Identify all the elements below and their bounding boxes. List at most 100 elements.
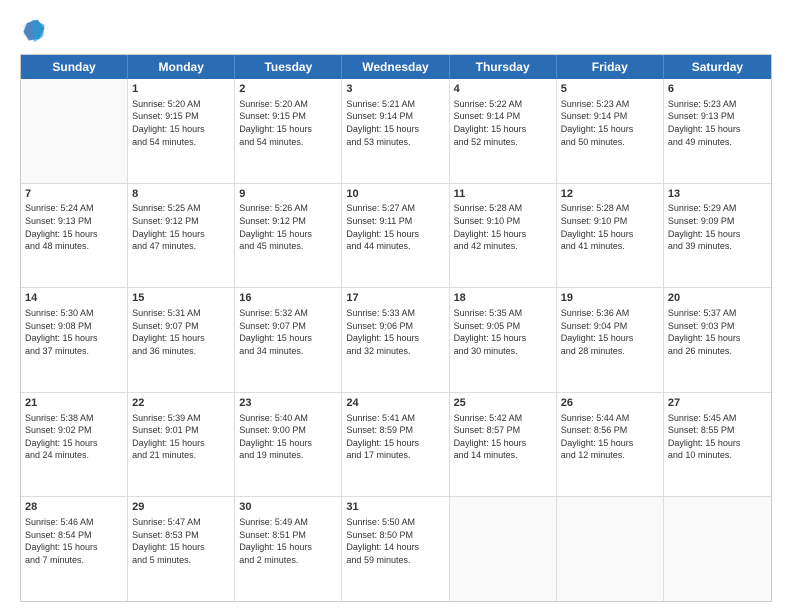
- cell-line: Sunrise: 5:39 AM: [132, 412, 230, 425]
- cell-line: Daylight: 15 hours: [668, 437, 767, 450]
- day-number: 31: [346, 500, 444, 515]
- cell-line: Sunset: 9:12 PM: [132, 215, 230, 228]
- calendar-cell-2-3: 17Sunrise: 5:33 AMSunset: 9:06 PMDayligh…: [342, 288, 449, 392]
- day-number: 28: [25, 500, 123, 515]
- calendar-cell-2-4: 18Sunrise: 5:35 AMSunset: 9:05 PMDayligh…: [450, 288, 557, 392]
- cell-line: Sunset: 9:01 PM: [132, 424, 230, 437]
- calendar-cell-3-0: 21Sunrise: 5:38 AMSunset: 9:02 PMDayligh…: [21, 393, 128, 497]
- calendar-row-3: 21Sunrise: 5:38 AMSunset: 9:02 PMDayligh…: [21, 393, 771, 498]
- calendar-row-0: 1Sunrise: 5:20 AMSunset: 9:15 PMDaylight…: [21, 79, 771, 184]
- cell-line: Daylight: 15 hours: [132, 437, 230, 450]
- cell-line: and 49 minutes.: [668, 136, 767, 149]
- calendar-cell-3-1: 22Sunrise: 5:39 AMSunset: 9:01 PMDayligh…: [128, 393, 235, 497]
- cell-line: Daylight: 15 hours: [668, 228, 767, 241]
- cell-line: Sunset: 9:11 PM: [346, 215, 444, 228]
- cell-line: and 10 minutes.: [668, 449, 767, 462]
- calendar-cell-1-4: 11Sunrise: 5:28 AMSunset: 9:10 PMDayligh…: [450, 184, 557, 288]
- cell-line: and 37 minutes.: [25, 345, 123, 358]
- calendar-header: SundayMondayTuesdayWednesdayThursdayFrid…: [21, 55, 771, 79]
- calendar-cell-0-6: 6Sunrise: 5:23 AMSunset: 9:13 PMDaylight…: [664, 79, 771, 183]
- cell-line: Sunrise: 5:31 AM: [132, 307, 230, 320]
- cell-line: and 45 minutes.: [239, 240, 337, 253]
- cell-line: Sunrise: 5:20 AM: [239, 98, 337, 111]
- header-day-thursday: Thursday: [450, 55, 557, 79]
- cell-line: Sunset: 8:51 PM: [239, 529, 337, 542]
- day-number: 8: [132, 187, 230, 202]
- cell-line: Daylight: 14 hours: [346, 541, 444, 554]
- calendar-cell-0-5: 5Sunrise: 5:23 AMSunset: 9:14 PMDaylight…: [557, 79, 664, 183]
- day-number: 23: [239, 396, 337, 411]
- cell-line: Sunrise: 5:50 AM: [346, 516, 444, 529]
- cell-line: Sunset: 8:53 PM: [132, 529, 230, 542]
- cell-line: Sunset: 8:50 PM: [346, 529, 444, 542]
- cell-line: and 48 minutes.: [25, 240, 123, 253]
- cell-line: Daylight: 15 hours: [454, 437, 552, 450]
- cell-line: Daylight: 15 hours: [25, 437, 123, 450]
- cell-line: Daylight: 15 hours: [239, 437, 337, 450]
- day-number: 26: [561, 396, 659, 411]
- cell-line: Sunset: 9:06 PM: [346, 320, 444, 333]
- cell-line: Sunrise: 5:23 AM: [561, 98, 659, 111]
- cell-line: Daylight: 15 hours: [132, 541, 230, 554]
- day-number: 12: [561, 187, 659, 202]
- cell-line: Daylight: 15 hours: [132, 228, 230, 241]
- cell-line: Sunrise: 5:45 AM: [668, 412, 767, 425]
- cell-line: Daylight: 15 hours: [25, 228, 123, 241]
- cell-line: Sunset: 9:12 PM: [239, 215, 337, 228]
- day-number: 13: [668, 187, 767, 202]
- calendar-cell-1-1: 8Sunrise: 5:25 AMSunset: 9:12 PMDaylight…: [128, 184, 235, 288]
- cell-line: Sunrise: 5:30 AM: [25, 307, 123, 320]
- calendar-cell-0-4: 4Sunrise: 5:22 AMSunset: 9:14 PMDaylight…: [450, 79, 557, 183]
- cell-line: Daylight: 15 hours: [454, 228, 552, 241]
- day-number: 21: [25, 396, 123, 411]
- cell-line: and 54 minutes.: [132, 136, 230, 149]
- cell-line: Sunrise: 5:21 AM: [346, 98, 444, 111]
- cell-line: Daylight: 15 hours: [132, 332, 230, 345]
- cell-line: and 52 minutes.: [454, 136, 552, 149]
- cell-line: Sunset: 9:13 PM: [25, 215, 123, 228]
- day-number: 24: [346, 396, 444, 411]
- calendar-cell-4-6: [664, 497, 771, 601]
- cell-line: Sunrise: 5:38 AM: [25, 412, 123, 425]
- cell-line: and 24 minutes.: [25, 449, 123, 462]
- cell-line: and 39 minutes.: [668, 240, 767, 253]
- cell-line: and 26 minutes.: [668, 345, 767, 358]
- cell-line: and 34 minutes.: [239, 345, 337, 358]
- cell-line: Daylight: 15 hours: [668, 123, 767, 136]
- cell-line: Sunrise: 5:26 AM: [239, 202, 337, 215]
- cell-line: and 17 minutes.: [346, 449, 444, 462]
- cell-line: Sunset: 8:57 PM: [454, 424, 552, 437]
- cell-line: and 41 minutes.: [561, 240, 659, 253]
- cell-line: Sunset: 9:10 PM: [454, 215, 552, 228]
- cell-line: Daylight: 15 hours: [239, 541, 337, 554]
- calendar-cell-2-6: 20Sunrise: 5:37 AMSunset: 9:03 PMDayligh…: [664, 288, 771, 392]
- cell-line: Daylight: 15 hours: [239, 228, 337, 241]
- day-number: 3: [346, 82, 444, 97]
- cell-line: Sunrise: 5:41 AM: [346, 412, 444, 425]
- cell-line: Sunrise: 5:20 AM: [132, 98, 230, 111]
- cell-line: Sunrise: 5:36 AM: [561, 307, 659, 320]
- cell-line: Sunset: 8:55 PM: [668, 424, 767, 437]
- cell-line: Daylight: 15 hours: [561, 437, 659, 450]
- day-number: 1: [132, 82, 230, 97]
- day-number: 14: [25, 291, 123, 306]
- cell-line: Sunset: 8:54 PM: [25, 529, 123, 542]
- cell-line: Sunrise: 5:33 AM: [346, 307, 444, 320]
- day-number: 17: [346, 291, 444, 306]
- calendar-cell-4-4: [450, 497, 557, 601]
- cell-line: Sunset: 9:10 PM: [561, 215, 659, 228]
- cell-line: and 32 minutes.: [346, 345, 444, 358]
- cell-line: and 59 minutes.: [346, 554, 444, 567]
- calendar-cell-4-5: [557, 497, 664, 601]
- day-number: 7: [25, 187, 123, 202]
- day-number: 11: [454, 187, 552, 202]
- cell-line: and 36 minutes.: [132, 345, 230, 358]
- day-number: 19: [561, 291, 659, 306]
- logo: [20, 16, 52, 44]
- day-number: 2: [239, 82, 337, 97]
- cell-line: and 42 minutes.: [454, 240, 552, 253]
- cell-line: Sunrise: 5:22 AM: [454, 98, 552, 111]
- cell-line: Sunset: 9:02 PM: [25, 424, 123, 437]
- cell-line: Sunrise: 5:47 AM: [132, 516, 230, 529]
- cell-line: Sunrise: 5:28 AM: [561, 202, 659, 215]
